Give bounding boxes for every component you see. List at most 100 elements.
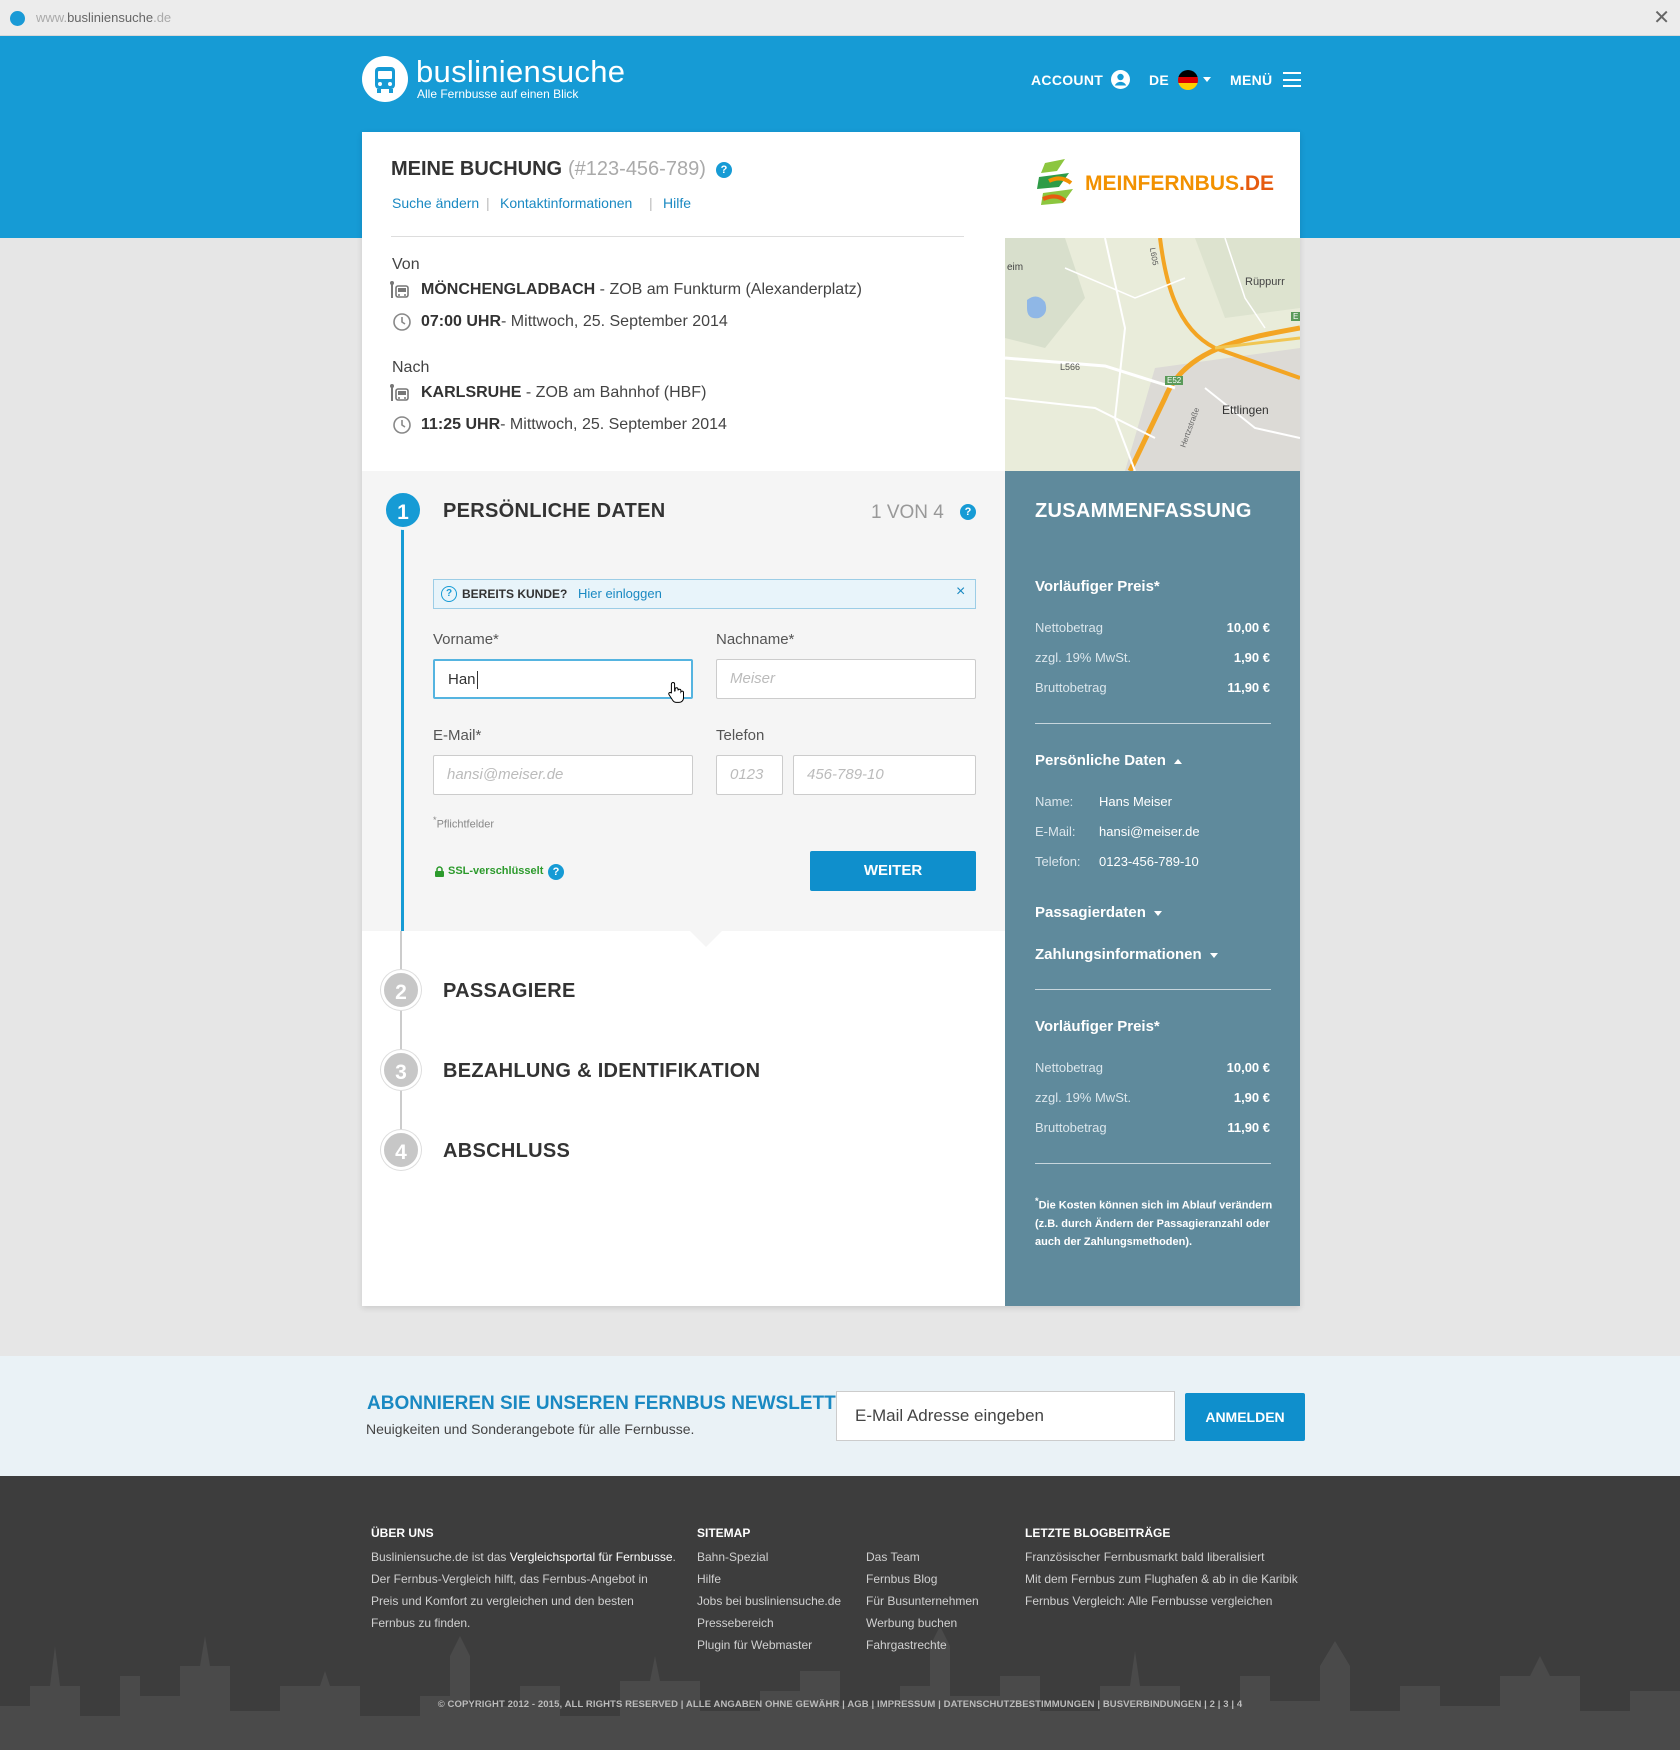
passenger-data-toggle[interactable]: Passagierdaten [1035, 904, 1162, 921]
help-icon[interactable]: ? [716, 162, 732, 178]
to-label: Nach [392, 359, 430, 376]
booking-title: MEINE BUCHUNG [391, 158, 563, 180]
net-value: 10,00 € [1226, 620, 1270, 635]
menu-button[interactable]: MENÜ [1230, 72, 1272, 88]
brand-name[interactable]: busliniensuche [416, 54, 625, 90]
sitemap-column-2: Das Team Fernbus Blog Für Busunternehmen… [866, 1546, 979, 1656]
help-link[interactable]: Hilfe [663, 195, 691, 211]
map-label: Ettlingen [1222, 403, 1269, 417]
step-number-1: 1 [383, 490, 423, 530]
map-label: Rüppurr [1245, 276, 1285, 288]
progress-line-inactive [400, 931, 402, 1151]
menu-label: MENÜ [1230, 72, 1273, 88]
phone-prefix-input[interactable]: 0123 [716, 755, 783, 795]
payment-info-toggle[interactable]: Zahlungsinformationen [1035, 946, 1218, 963]
sitemap-link[interactable]: Das Team [866, 1546, 979, 1568]
step-title-payment[interactable]: BEZAHLUNG & IDENTIFIKATION [443, 1060, 760, 1083]
sitemap-link[interactable]: Für Busunternehmen [866, 1590, 979, 1612]
sitemap-link[interactable]: Hilfe [697, 1568, 841, 1590]
sitemap-link[interactable]: Fahrgastrechte [866, 1634, 979, 1656]
change-search-link[interactable]: Suche ändern [392, 195, 479, 211]
sitemap-link[interactable]: Werbung buchen [866, 1612, 979, 1634]
account-label: ACCOUNT [1031, 72, 1104, 88]
step-title-completion[interactable]: ABSCHLUSS [443, 1140, 570, 1163]
price-heading: Vorläufiger Preis* [1035, 578, 1160, 595]
help-icon[interactable]: ? [960, 504, 976, 520]
account-link[interactable]: ACCOUNT [1031, 72, 1103, 88]
hamburger-icon[interactable] [1283, 72, 1301, 87]
from-label: Von [392, 256, 420, 273]
email-input[interactable]: hansi@meiser.de [433, 755, 693, 795]
ssl-label: SSL-verschlüsselt [448, 865, 544, 877]
step-title-personal-data[interactable]: PERSÖNLICHE DATEN [443, 500, 666, 523]
help-icon[interactable]: ? [548, 864, 564, 880]
user-icon[interactable] [1111, 70, 1130, 89]
language-label: DE [1149, 72, 1170, 88]
close-window-icon[interactable]: ✕ [1653, 6, 1670, 30]
newsletter-title: ABONNIEREN SIE UNSEREN FERNBUS NEWSLETTE… [367, 1393, 863, 1414]
vat-label: zzgl. 19% MwSt. [1035, 650, 1132, 665]
continue-button[interactable]: WEITER [810, 851, 976, 891]
summary-email-value: hansi@meiser.de [1099, 824, 1200, 839]
step-number-2: 2 [381, 970, 421, 1010]
sitemap-heading: SITEMAP [697, 1526, 751, 1540]
blog-post-link[interactable]: Französischer Fernbusmarkt bald liberali… [1025, 1546, 1298, 1568]
summary-phone-label: Telefon: [1035, 854, 1081, 869]
blog-post-link[interactable]: Mit dem Fernbus zum Flughafen & ab in di… [1025, 1568, 1298, 1590]
subscribe-button[interactable]: ANMELDEN [1185, 1393, 1305, 1441]
sitemap-link[interactable]: Pressebereich [697, 1612, 841, 1634]
firstname-input[interactable]: Han [433, 659, 693, 699]
about-text: Busliniensuche.de ist das Vergleichsport… [371, 1550, 676, 1630]
booking-number: (#123-456-789) [568, 158, 706, 180]
bus-logo-icon[interactable] [362, 56, 408, 102]
copyright-bar[interactable]: © COPYRIGHT 2012 - 2015, ALL RIGHTS RESE… [0, 1699, 1680, 1710]
about-heading: ÜBER UNS [371, 1526, 434, 1540]
vat-value: 1,90 € [1233, 1090, 1270, 1105]
summary-name-label: Name: [1035, 794, 1074, 809]
existing-customer-notice: ? BEREITS KUNDE? Hier einloggen × [433, 579, 976, 609]
meinfernbus-logo-icon [1035, 157, 1079, 213]
german-flag-icon[interactable] [1178, 70, 1198, 90]
lastname-label: Nachname* [716, 631, 795, 648]
net-label: Nettobetrag [1035, 620, 1103, 635]
phone-label: Telefon [716, 727, 765, 744]
newsletter-subtitle: Neuigkeiten und Sonderangebote für alle … [366, 1421, 695, 1437]
contact-info-link[interactable]: Kontaktinformationen [500, 195, 632, 211]
caret-down-icon [1209, 952, 1218, 958]
arrival-stop: KARLSRUHE - ZOB am Bahnhof (HBF) [421, 384, 707, 401]
step-title-passengers[interactable]: PASSAGIERE [443, 980, 576, 1003]
bus-stop-icon [390, 383, 410, 403]
summary-divider [1035, 989, 1271, 990]
link-separator: | [649, 195, 653, 211]
summary-divider [1035, 723, 1271, 724]
gross-value: 11,90 € [1227, 680, 1270, 695]
sitemap-link[interactable]: Fernbus Blog [866, 1568, 979, 1590]
step-number-4: 4 [381, 1130, 421, 1170]
sitemap-link[interactable]: Bahn-Spezial [697, 1546, 841, 1568]
map-label: E [1291, 312, 1300, 321]
url-text[interactable]: www.busliniensuche.de [36, 10, 171, 25]
newsletter-email-input[interactable]: E-Mail Adresse eingeben [836, 1391, 1175, 1441]
personal-data-toggle[interactable]: Persönliche Daten [1035, 752, 1182, 769]
caret-up-icon [1173, 758, 1182, 764]
step-number-3: 3 [381, 1050, 421, 1090]
sitemap-link[interactable]: Jobs bei busliniensuche.de [697, 1590, 841, 1612]
caret-down-icon [1153, 910, 1162, 916]
close-icon[interactable]: × [956, 583, 965, 601]
route-map[interactable]: eim Rüppurr L566 E52 Ettlingen Hertzstra… [1005, 238, 1300, 471]
clock-icon [392, 312, 412, 332]
departure-stop: MÖNCHENGLADBACH - ZOB am Funkturm (Alexa… [421, 281, 862, 298]
summary-email-label: E-Mail: [1035, 824, 1076, 839]
question-icon: ? [441, 586, 457, 602]
map-label: eim [1007, 262, 1024, 273]
language-select[interactable]: DE [1149, 72, 1169, 88]
favicon-icon [10, 11, 25, 26]
phone-number-input[interactable]: 456-789-10 [793, 755, 976, 795]
lastname-input[interactable]: Meiser [716, 659, 976, 699]
login-link[interactable]: Hier einloggen [578, 586, 662, 601]
chevron-down-icon[interactable] [1203, 77, 1211, 82]
blog-post-link[interactable]: Fernbus Vergleich: Alle Fernbusse vergle… [1025, 1590, 1298, 1612]
step-counter: 1 VON 4 [871, 502, 944, 523]
sitemap-link[interactable]: Plugin für Webmaster [697, 1634, 841, 1656]
summary-panel [1005, 471, 1300, 1306]
